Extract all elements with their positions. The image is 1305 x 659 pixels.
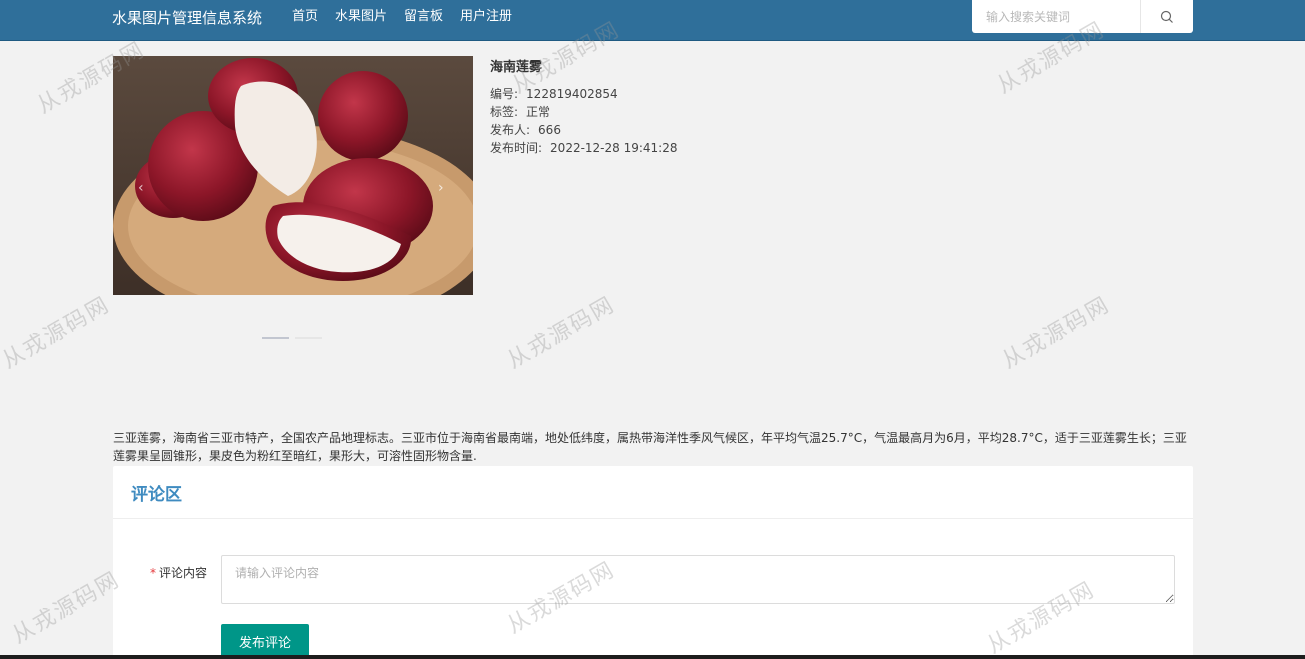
watermark: 从戎源码网 (998, 292, 1115, 374)
info-label: 编号: (490, 87, 519, 101)
product-title: 海南莲雾 (490, 60, 543, 75)
submit-comment-button[interactable]: 发布评论 (221, 624, 309, 659)
app-title[interactable]: 水果图片管理信息系统 (112, 8, 262, 28)
comment-section-header: 评论区 (113, 466, 1193, 519)
watermark: 从戎源码网 (0, 292, 115, 374)
nav-item-home[interactable]: 首页 (292, 8, 318, 26)
top-navbar: 水果图片管理信息系统 首页 水果图片 留言板 用户注册 (0, 0, 1305, 41)
info-row-tag: 标签: 正常 (490, 103, 678, 121)
image-carousel[interactable]: ‹ › (113, 56, 473, 295)
bottom-edge (0, 655, 1305, 659)
info-value: 正常 (526, 105, 551, 119)
info-row-publish-time: 发布时间: 2022-12-28 19:41:28 (490, 139, 678, 157)
comment-textarea[interactable] (221, 555, 1175, 604)
product-description: 三亚莲雾，海南省三亚市特产，全国农产品地理标志。三亚市位于海南省最南端，地处低纬… (113, 431, 1187, 463)
info-row-publisher: 发布人: 666 (490, 121, 678, 139)
comment-section: 评论区 *评论内容 发布评论 (113, 466, 1193, 659)
info-label: 标签: (490, 105, 519, 119)
comment-content-label: * 评论内容 (150, 564, 207, 582)
info-value: 2022-12-28 19:41:28 (550, 141, 678, 155)
info-row-id: 编号: 122819402854 (490, 85, 678, 103)
comment-section-title: 评论区 (131, 484, 182, 505)
nav-item-register[interactable]: 用户注册 (460, 8, 512, 26)
carousel-next-arrow[interactable]: › (438, 180, 444, 196)
info-label: 发布人: (490, 123, 531, 137)
fruit-image (113, 56, 473, 295)
nav-item-message-board[interactable]: 留言板 (404, 8, 443, 26)
search-box (972, 0, 1193, 33)
carousel-prev-arrow[interactable]: ‹ (138, 180, 144, 196)
comment-label-text: 评论内容 (159, 566, 208, 580)
nav-item-fruit-images[interactable]: 水果图片 (335, 8, 387, 26)
search-button[interactable] (1140, 0, 1193, 33)
required-mark: * (150, 566, 156, 580)
watermark: 从戎源码网 (503, 292, 620, 374)
carousel-indicator-1[interactable] (262, 337, 289, 339)
carousel-indicators (262, 337, 322, 339)
watermark: 从戎源码网 (8, 567, 125, 649)
product-info: 海南莲雾 编号: 122819402854 标签: 正常 发布人: 666 发布时间:… (490, 59, 678, 157)
search-input[interactable] (972, 0, 1140, 33)
carousel-indicator-2[interactable] (295, 337, 322, 339)
search-icon (1160, 10, 1173, 23)
info-value: 666 (538, 123, 561, 137)
main-nav: 首页 水果图片 留言板 用户注册 (292, 8, 512, 26)
info-value: 122819402854 (526, 87, 618, 101)
info-label: 发布时间: (490, 141, 543, 155)
